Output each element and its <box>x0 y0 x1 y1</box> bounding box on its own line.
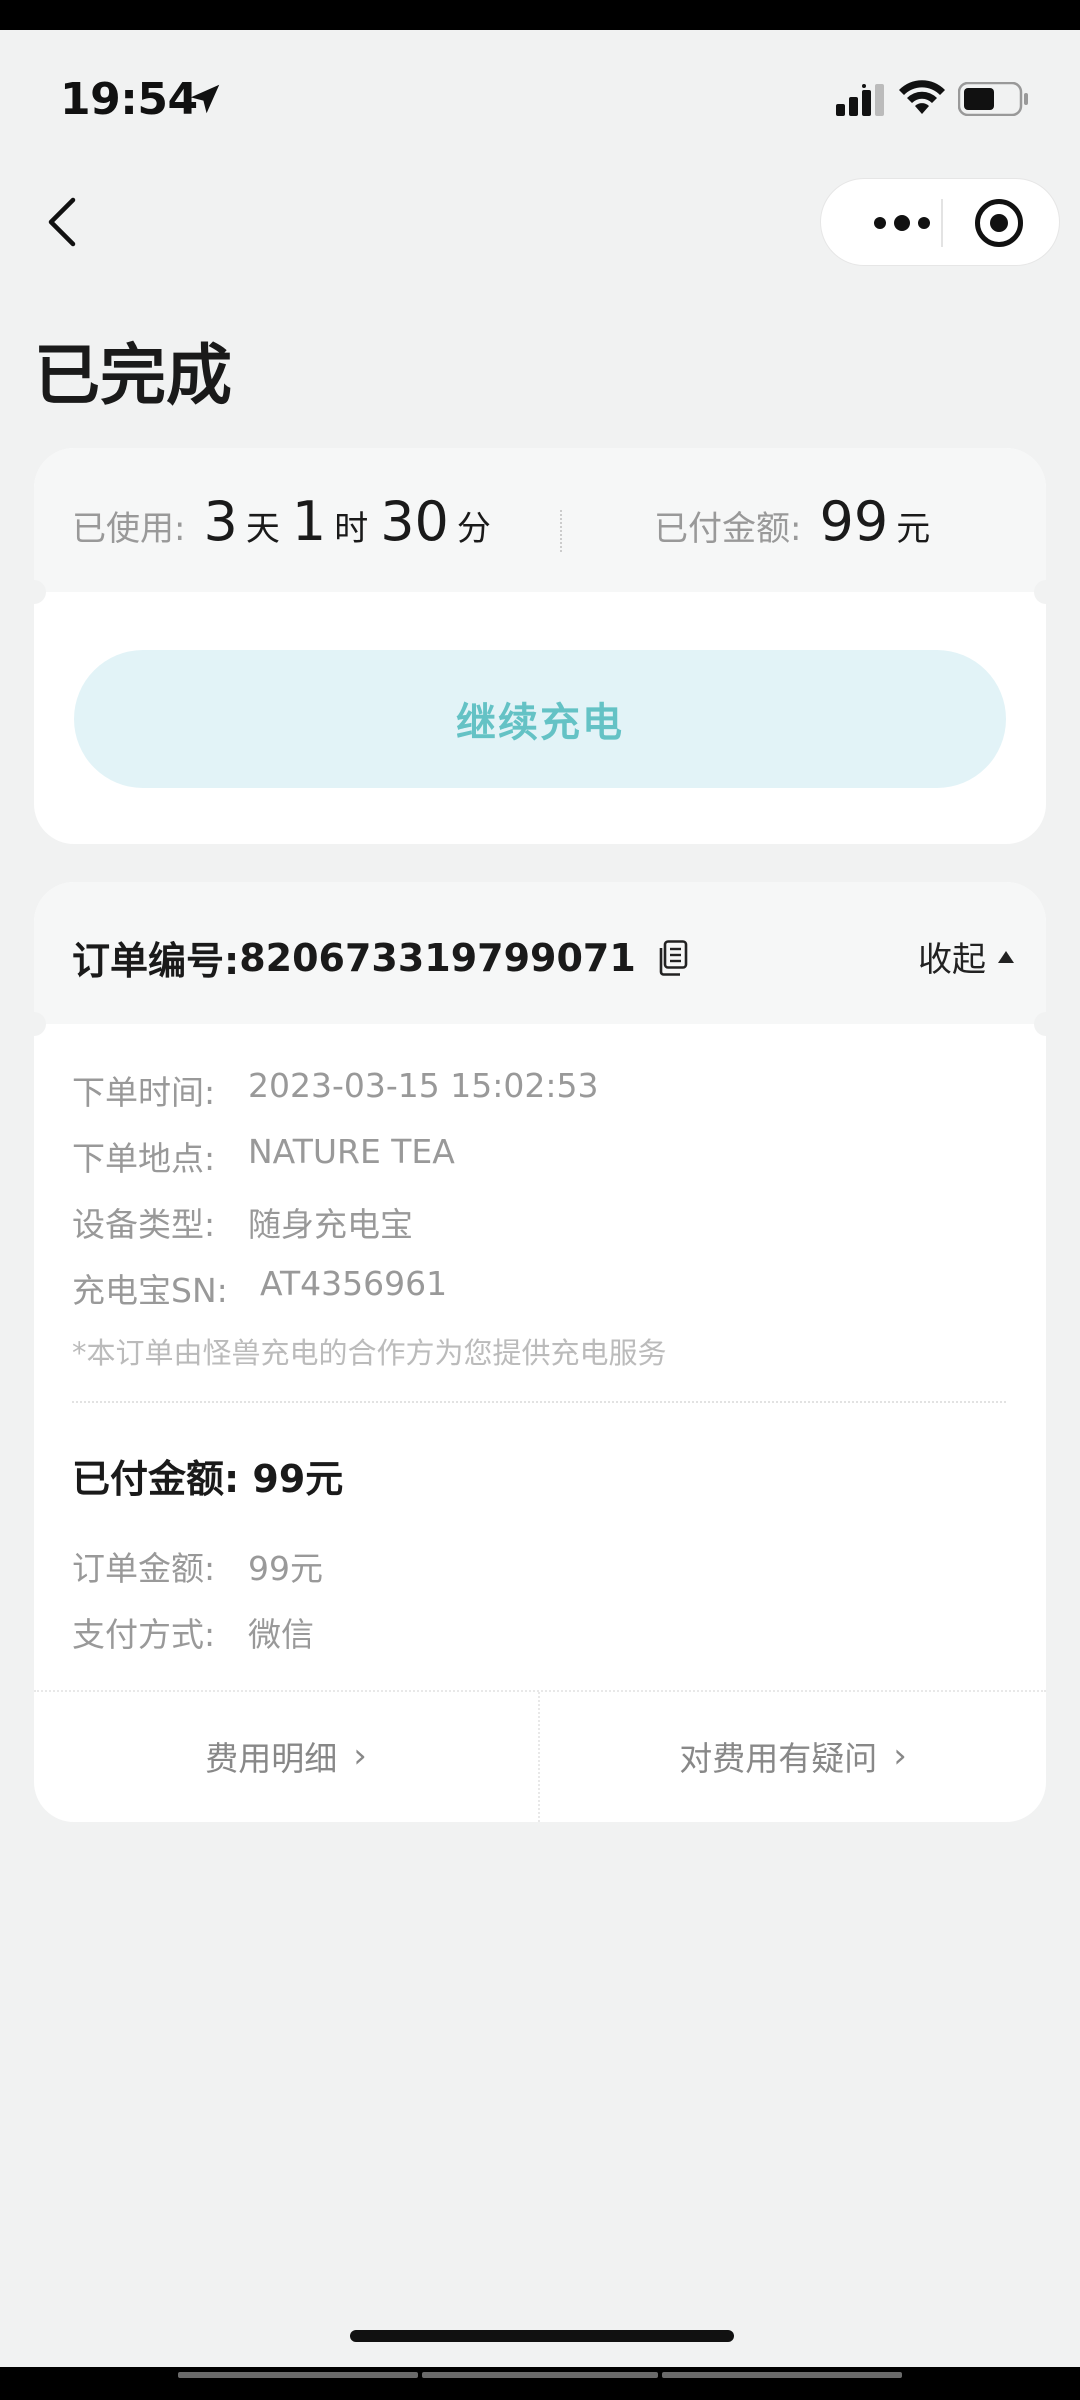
home-indicator[interactable] <box>350 2330 734 2342</box>
page-title: 已完成 <box>34 337 232 414</box>
card-notch <box>1034 580 1046 604</box>
used-minutes-unit: 分 <box>456 509 491 549</box>
order-amount-value: 99元 <box>248 1549 323 1588</box>
device-type-row: 设备类型: 随身充电宝 <box>72 1198 413 1246</box>
used-minutes: 30 <box>380 490 449 553</box>
location-arrow-icon <box>190 84 220 114</box>
more-dot-icon <box>918 217 930 229</box>
order-location-row: 下单地点: NATURE TEA <box>72 1132 455 1180</box>
collapse-label: 收起 <box>918 940 986 980</box>
section-divider <box>72 1401 1006 1403</box>
order-number-label: 订单编号: <box>72 939 240 983</box>
payment-method-value: 微信 <box>248 1615 314 1654</box>
battery-icon <box>958 82 1028 116</box>
continue-charging-button[interactable]: 继续充电 <box>74 650 1006 788</box>
status-time: 19:54 <box>60 74 198 125</box>
card-notch <box>1034 1012 1046 1036</box>
payment-method-row: 支付方式: 微信 <box>72 1608 314 1656</box>
copy-icon[interactable] <box>658 939 688 976</box>
fee-question-label: 对费用有疑问 <box>679 1739 878 1778</box>
service-note: *本订单由怪兽充电的合作方为您提供充电服务 <box>72 1336 667 1370</box>
usage-summary: 已使用: 3 天 1 时 30 分 已付金额: 99 元 <box>34 448 1046 592</box>
edge-segment <box>178 2372 418 2378</box>
collapse-button[interactable]: 收起 <box>918 932 1014 981</box>
chevron-right-icon: › <box>353 1736 367 1776</box>
order-number: 订单编号: 820673319799071 <box>72 930 688 985</box>
more-options-button[interactable] <box>857 203 947 243</box>
order-location-label: 下单地点: <box>72 1139 216 1178</box>
power-bank-sn-row: 充电宝SN: AT4356961 <box>72 1264 447 1312</box>
capsule-divider <box>941 199 943 247</box>
bottom-edge <box>0 2367 1080 2400</box>
chevron-right-icon: › <box>893 1736 907 1776</box>
usage-card: 已使用: 3 天 1 时 30 分 已付金额: 99 元 继续充电 <box>34 448 1046 844</box>
triangle-up-icon <box>998 950 1014 963</box>
fee-question-link[interactable]: 对费用有疑问 › <box>540 1690 1046 1822</box>
cellular-signal-icon <box>836 84 884 116</box>
paid-label: 已付金额: <box>654 509 802 549</box>
order-header: 订单编号: 820673319799071 收起 <box>34 882 1046 1024</box>
summary-divider <box>560 510 562 552</box>
edge-segment <box>662 2372 902 2378</box>
used-label: 已使用: <box>72 509 186 549</box>
edge-segment <box>422 2372 658 2378</box>
mini-program-capsule <box>820 178 1060 266</box>
used-time: 已使用: 3 天 1 时 30 分 <box>72 490 503 553</box>
chevron-left-icon <box>48 197 76 247</box>
wifi-icon <box>899 80 945 114</box>
order-location-value: NATURE TEA <box>248 1132 455 1171</box>
used-days-unit: 天 <box>245 509 280 549</box>
top-edge <box>0 0 1080 30</box>
more-dot-icon <box>894 215 910 231</box>
fee-detail-link[interactable]: 费用明细 › <box>34 1690 538 1822</box>
used-hours: 1 <box>291 490 327 553</box>
order-amount-row: 订单金额: 99元 <box>72 1542 323 1590</box>
close-mini-program-icon[interactable] <box>975 199 1023 247</box>
fee-detail-label: 费用明细 <box>205 1739 338 1778</box>
order-time-label: 下单时间: <box>72 1073 216 1112</box>
paid-amount-summary: 已付金额: 99 元 <box>654 490 942 553</box>
paid-amount: 99 <box>819 490 889 553</box>
status-bar: 19:54 <box>0 30 1080 170</box>
power-bank-sn-value: AT4356961 <box>260 1264 448 1303</box>
order-amount-label: 订单金额: <box>72 1549 216 1588</box>
device-type-value: 随身充电宝 <box>248 1205 413 1244</box>
paid-unit: 元 <box>896 509 931 549</box>
order-time-row: 下单时间: 2023-03-15 15:02:53 <box>72 1066 598 1114</box>
power-bank-sn-label: 充电宝SN: <box>72 1271 228 1310</box>
order-number-value: 820673319799071 <box>239 935 636 980</box>
used-days: 3 <box>203 490 238 553</box>
order-time-value: 2023-03-15 15:02:53 <box>248 1066 599 1105</box>
device-type-label: 设备类型: <box>72 1205 216 1244</box>
back-button[interactable] <box>40 190 84 254</box>
order-card: 订单编号: 820673319799071 收起 下单时间: 2023-03-1… <box>34 882 1046 1822</box>
used-hours-unit: 时 <box>334 509 369 549</box>
more-dot-icon <box>874 217 886 229</box>
payment-method-label: 支付方式: <box>72 1615 216 1654</box>
paid-amount-title: 已付金额: 99元 <box>72 1457 344 1501</box>
